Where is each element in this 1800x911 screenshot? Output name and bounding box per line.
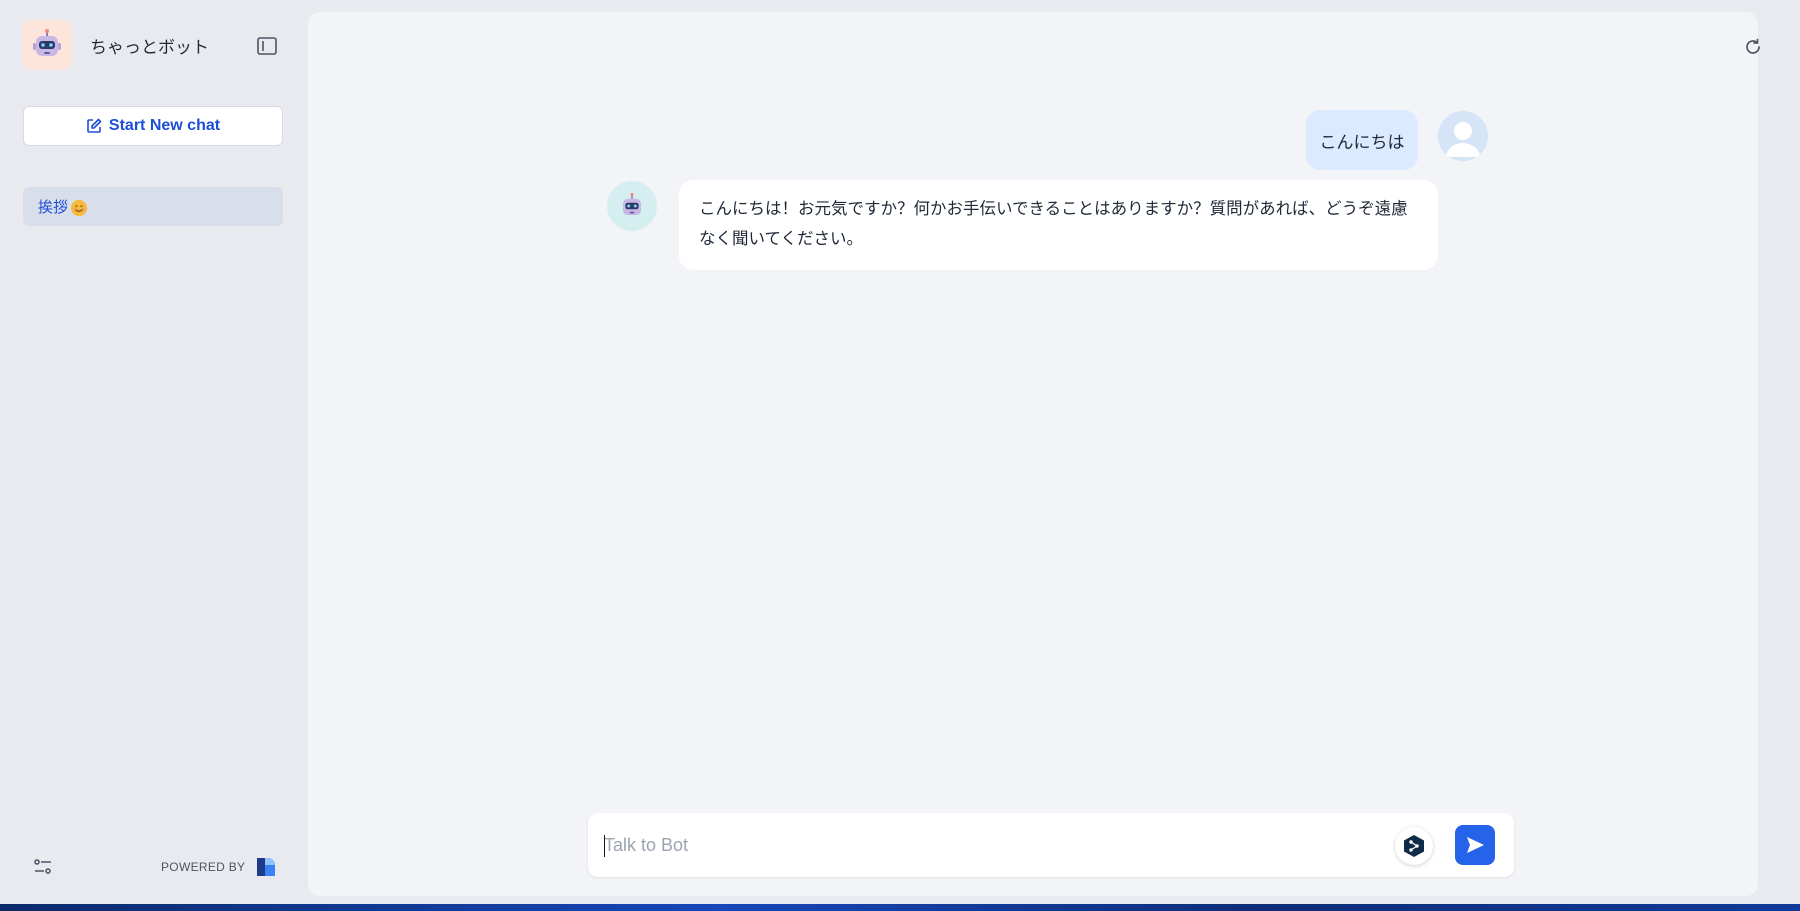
edit-icon (87, 118, 102, 133)
message-input[interactable] (604, 829, 1364, 861)
translate-button[interactable] (1395, 827, 1433, 865)
user-avatar (1438, 111, 1488, 161)
sliders-icon (34, 859, 51, 874)
bot-avatar (607, 181, 657, 231)
settings-button[interactable] (32, 856, 54, 878)
sidebar-toggle-icon (257, 37, 277, 55)
message-composer (588, 813, 1514, 877)
sidebar-toggle-button[interactable] (255, 35, 279, 57)
provider-logo-icon (257, 858, 276, 876)
user-icon (1446, 122, 1480, 157)
bot-message-text: こんにちは！お元気ですか？何かお手伝いできることはありますか？質問があれば、どう… (699, 200, 1408, 248)
deepl-icon (1404, 835, 1424, 857)
start-new-chat-button[interactable]: Start New chat (23, 106, 283, 146)
user-message-text: こんにちは (1319, 132, 1405, 152)
refresh-icon (1746, 38, 1760, 54)
app-title: ちゃっとボット (90, 37, 209, 57)
robot-icon (22, 20, 72, 70)
brand: ちゃっとボット (22, 20, 209, 70)
send-button[interactable] (1455, 825, 1495, 865)
send-icon (1467, 837, 1484, 853)
powered-by: POWERED BY (161, 858, 277, 876)
sidebar: ちゃっとボット Start New chat 挨拶 POWERED BY (0, 0, 305, 904)
user-message: こんにちは (1306, 110, 1418, 170)
start-new-chat-label: Start New chat (108, 117, 221, 134)
chat-history-label: 挨拶 (38, 199, 69, 216)
os-taskbar-edge (0, 904, 1800, 911)
bot-message: こんにちは！お元気ですか？何かお手伝いできることはありますか？質問があれば、どう… (679, 180, 1438, 270)
app-window: ちゃっとボット Start New chat 挨拶 POWERED BY こんに… (0, 0, 1800, 906)
chat-panel: こんにちは こんにちは！お元気ですか？何かお手伝いできることはありますか？質問が… (308, 12, 1760, 896)
chat-history-item[interactable]: 挨拶 (23, 187, 283, 226)
refresh-button[interactable] (1740, 34, 1766, 60)
powered-by-label: POWERED BY (161, 860, 246, 874)
robot-icon (622, 192, 642, 216)
smile-emoji-icon (71, 199, 88, 216)
text-caret (604, 835, 605, 857)
